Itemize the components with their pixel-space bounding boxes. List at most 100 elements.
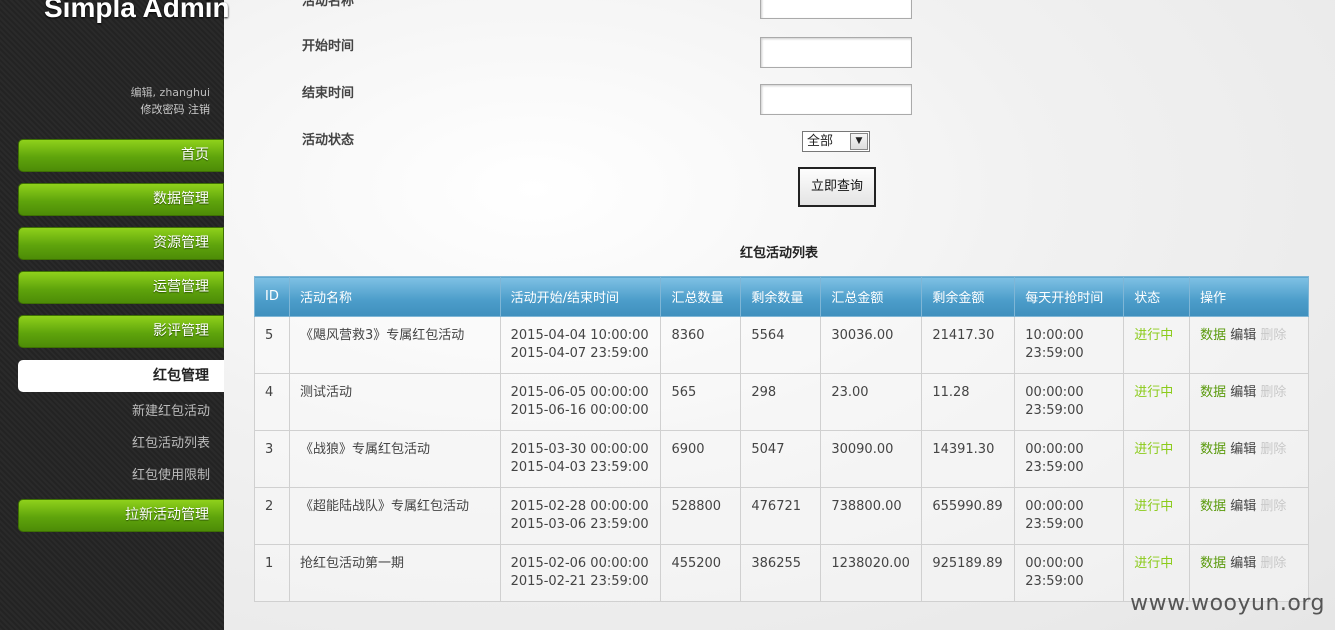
profile-box: 编辑, zhanghui 修改密码 注销 — [131, 84, 210, 118]
status-badge: 进行中 — [1134, 442, 1174, 457]
activity-status-label: 活动状态 — [302, 133, 355, 148]
activity-table: ID 活动名称 活动开始/结束时间 汇总数量 剩余数量 汇总金额 剩余金额 每天… — [254, 276, 1309, 602]
cell-total-amount: 30036.00 — [820, 316, 923, 374]
status-badge: 进行中 — [1134, 556, 1174, 571]
change-password-link[interactable]: 修改密码 — [141, 103, 185, 116]
cell-status: 进行中 — [1123, 373, 1191, 431]
cell-end: 2015-04-03 23:59:00 — [510, 460, 649, 475]
cell-daily-end: 23:59:00 — [1025, 403, 1084, 418]
cell-daily-start: 00:00:00 — [1025, 499, 1084, 514]
status-badge: 进行中 — [1134, 328, 1174, 343]
cell-total-amount: 1238020.00 — [820, 544, 923, 602]
query-button[interactable]: 立即查询 — [798, 167, 876, 207]
data-link[interactable]: 数据 — [1200, 385, 1226, 400]
delete-link[interactable]: 删除 — [1260, 385, 1286, 400]
edit-link[interactable]: 编辑 — [1230, 499, 1256, 514]
data-link[interactable]: 数据 — [1200, 328, 1226, 343]
cell-remain-qty: 298 — [740, 373, 822, 431]
cell-total-qty: 528800 — [660, 487, 742, 545]
edit-link[interactable]: 编辑 — [1230, 328, 1256, 343]
subnav-new-activity[interactable]: 新建红包活动 — [132, 400, 210, 419]
cell-actions: 数据 编辑 删除 — [1189, 487, 1309, 545]
subnav-usage-limit[interactable]: 红包使用限制 — [132, 464, 210, 483]
cell-name: 《战狼》专属红包活动 — [288, 430, 501, 488]
col-period: 活动开始/结束时间 — [499, 276, 662, 317]
cell-period: 2015-04-04 10:00:00 2015-04-07 23:59:00 — [499, 316, 662, 374]
nav-operations-management[interactable]: 运营管理 — [18, 271, 224, 304]
subnav-activity-list[interactable]: 红包活动列表 — [132, 432, 210, 451]
nav-review-management[interactable]: 影评管理 — [18, 315, 224, 348]
cell-total-amount: 738800.00 — [820, 487, 923, 545]
cell-actions: 数据 编辑 删除 — [1189, 316, 1309, 374]
end-time-input[interactable] — [760, 84, 912, 115]
col-remain-qty: 剩余数量 — [740, 276, 822, 317]
cell-actions: 数据 编辑 删除 — [1189, 430, 1309, 488]
table-header-row: ID 活动名称 活动开始/结束时间 汇总数量 剩余数量 汇总金额 剩余金额 每天… — [254, 276, 1309, 317]
cell-daily-end: 23:59:00 — [1025, 574, 1084, 589]
edit-link[interactable]: 编辑 — [1230, 442, 1256, 457]
col-total-amount: 汇总金额 — [820, 276, 923, 317]
cell-remain-qty: 476721 — [740, 487, 822, 545]
status-badge: 进行中 — [1134, 385, 1174, 400]
delete-link[interactable]: 删除 — [1260, 499, 1286, 514]
activity-name-label: 活动名称 — [302, 0, 355, 9]
cell-daily-start: 00:00:00 — [1025, 385, 1084, 400]
activity-name-input[interactable] — [760, 0, 912, 19]
cell-daily-end: 23:59:00 — [1025, 460, 1084, 475]
cell-daily-time: 00:00:00 23:59:00 — [1014, 373, 1125, 431]
cell-remain-qty: 5564 — [740, 316, 822, 374]
cell-remain-amount: 925189.89 — [921, 544, 1016, 602]
edit-link[interactable]: 编辑 — [1230, 556, 1256, 571]
status-select[interactable]: 全部 ▼ — [802, 131, 870, 152]
cell-remain-amount: 21417.30 — [921, 316, 1016, 374]
delete-link[interactable]: 删除 — [1260, 442, 1286, 457]
cell-status: 进行中 — [1123, 487, 1191, 545]
cell-name: 抢红包活动第一期 — [288, 544, 501, 602]
cell-id: 5 — [254, 316, 290, 374]
nav-invite-management[interactable]: 拉新活动管理 — [18, 499, 224, 532]
data-link[interactable]: 数据 — [1200, 556, 1226, 571]
cell-total-qty: 565 — [660, 373, 742, 431]
cell-status: 进行中 — [1123, 430, 1191, 488]
col-status: 状态 — [1123, 276, 1191, 317]
status-select-value: 全部 — [807, 134, 834, 149]
cell-name: 《飓风营救3》专属红包活动 — [288, 316, 501, 374]
cell-daily-start: 00:00:00 — [1025, 442, 1084, 457]
col-remain-amount: 剩余金额 — [921, 276, 1016, 317]
delete-link[interactable]: 删除 — [1260, 328, 1286, 343]
cell-remain-qty: 5047 — [740, 430, 822, 488]
cell-period: 2015-02-06 00:00:00 2015-02-21 23:59:00 — [499, 544, 662, 602]
cell-daily-time: 00:00:00 23:59:00 — [1014, 487, 1125, 545]
cell-daily-start: 00:00:00 — [1025, 556, 1084, 571]
nav-resource-management[interactable]: 资源管理 — [18, 227, 224, 260]
cell-daily-start: 10:00:00 — [1025, 328, 1084, 343]
cell-start: 2015-06-05 00:00:00 — [510, 385, 649, 400]
cell-daily-time: 10:00:00 23:59:00 — [1014, 316, 1125, 374]
col-daily-start: 每天开抢时间 — [1014, 276, 1125, 317]
edit-link[interactable]: 编辑 — [1230, 385, 1256, 400]
profile-greeting: 编辑, zhanghui — [130, 86, 210, 99]
chevron-down-icon[interactable]: ▼ — [850, 133, 868, 150]
cell-total-qty: 455200 — [660, 544, 742, 602]
cell-end: 2015-03-06 23:59:00 — [510, 517, 649, 532]
end-time-label: 结束时间 — [302, 86, 355, 101]
cell-remain-qty: 386255 — [740, 544, 822, 602]
data-link[interactable]: 数据 — [1200, 499, 1226, 514]
cell-end: 2015-02-21 23:59:00 — [510, 574, 649, 589]
nav-home[interactable]: 首页 — [18, 139, 224, 172]
list-title: 红包活动列表 — [740, 246, 819, 261]
cell-daily-end: 23:59:00 — [1025, 517, 1084, 532]
delete-link[interactable]: 删除 — [1260, 556, 1286, 571]
nav-data-management[interactable]: 数据管理 — [18, 183, 224, 216]
cell-remain-amount: 655990.89 — [921, 487, 1016, 545]
sidebar: Simpla Admin 编辑, zhanghui 修改密码 注销 首页 数据管… — [0, 0, 230, 630]
data-link[interactable]: 数据 — [1200, 442, 1226, 457]
start-time-input[interactable] — [760, 37, 912, 68]
cell-name: 测试活动 — [288, 373, 501, 431]
cell-period: 2015-03-30 00:00:00 2015-04-03 23:59:00 — [499, 430, 662, 488]
nav-redpacket-management[interactable]: 红包管理 — [18, 360, 224, 392]
logout-link[interactable]: 注销 — [188, 103, 210, 116]
cell-remain-amount: 11.28 — [921, 373, 1016, 431]
watermark: www.wooyun.org — [1130, 591, 1325, 616]
cell-total-qty: 6900 — [660, 430, 742, 488]
